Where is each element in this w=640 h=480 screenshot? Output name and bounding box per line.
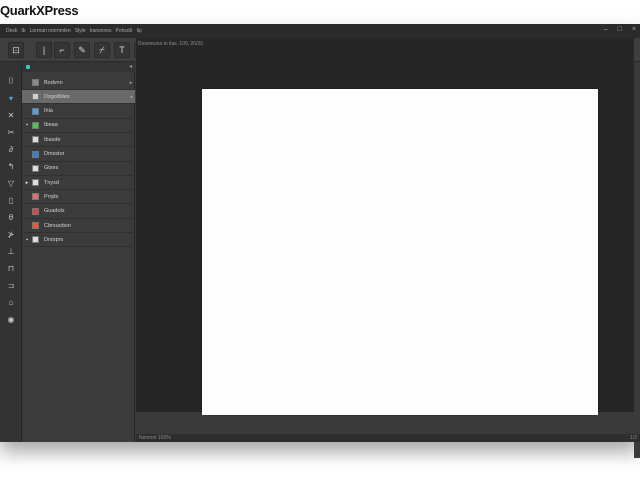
row-thumbnail-icon [32,121,39,129]
type-icon[interactable]: T [114,42,130,58]
document-icon[interactable]: ⊡ [8,42,24,58]
menu-item-4[interactable]: Iransnnes [90,28,112,34]
right-scroll-edge[interactable] [634,86,640,458]
row-label: Dmsstor [44,151,65,157]
layer-row[interactable]: Gtxes [22,162,135,176]
layer-row[interactable]: Ibaxde [22,133,135,148]
row-bullet-icon: ▪ [26,236,28,243]
row-bullet-icon: ▪ [26,122,28,129]
lock-icon[interactable]: ⌂ [3,295,19,309]
oval-icon[interactable]: θ [3,210,19,224]
row-thumbnail-icon [32,236,39,244]
star-icon[interactable]: ⊁ [3,227,19,241]
row-thumbnail-icon [32,193,39,201]
pen-icon[interactable]: ✎ [74,42,90,58]
layer-row[interactable]: Bodvnn ▸ [22,76,135,90]
layers-panel: ◂ Bodvnn ▸ Dsgotblies ◂ Ihla ▪ Ibeaa Ibaxde Dmss… [22,62,135,442]
row-thumbnail-icon [32,136,39,144]
row-label: Bodvnn [44,79,63,86]
window-controls: – □ × [604,26,636,33]
row-thumbnail-icon [32,164,39,172]
row-thumbnail-icon [32,222,39,229]
menu-bar: Desk Ib Lorrnan norrnmlen Slyle Iransnnes Poh… [0,24,640,38]
menu-item-6[interactable]: Ilp [136,28,141,34]
row-thumbnail-icon [32,93,39,101]
select-icon[interactable]: ▾ [3,91,19,105]
menu-item-1[interactable]: Ib [21,28,25,34]
row-label: Ihla [44,108,53,115]
panel-collapse-icon[interactable]: ◂ [129,63,132,70]
rotate-icon[interactable]: ↰ [3,159,19,173]
menu-item-0[interactable]: Desk [6,28,17,34]
row-thumbnail-icon [32,150,39,158]
row-label: Dsgotblies [44,93,70,100]
document-page[interactable] [202,89,598,415]
row-label: Ibeaa [44,122,58,129]
maximize-button[interactable]: □ [618,26,622,33]
row-thumbnail-icon [32,179,39,187]
layer-row[interactable]: Ihla [22,105,135,119]
row-thumbnail-icon [32,107,39,115]
link-icon[interactable]: ∂ [3,142,19,156]
row-bullet-icon: ▸ [25,179,29,186]
brush-icon[interactable]: ⌿ [94,42,110,58]
row-arrow-icon[interactable]: ▸ [127,80,135,86]
canvas-info: Dosmeuna to ilas. 100, 20/20 [138,41,204,47]
eye-icon[interactable]: ◉ [3,312,19,326]
row-label: Gtxes [44,165,59,172]
row-label: Tnysd [44,179,59,186]
menu-item-2[interactable]: Lorrnan norrnmlen [30,28,71,34]
layer-row[interactable]: Cbrsuobon [22,219,135,233]
row-label: Prrjds [44,193,59,200]
minimize-button[interactable]: – [604,26,608,33]
panel-header: ◂ [22,62,135,72]
row-label: Cbrsuobon [44,222,71,229]
triangle-icon[interactable]: ▽ [3,176,19,190]
x-icon[interactable]: ✕ [3,108,19,122]
layer-row[interactable]: Guadols [22,205,135,219]
crop-icon[interactable]: ⌐ [54,42,70,58]
tools-palette: ⌷ ▾ ✕ ✂ ∂ ↰ ▽ ▯ θ ⊁ ⊥ ⊓ ⊐ ⌂ ◉ [0,62,22,442]
zoom-indicator[interactable]: Nenmnt 100% [139,435,171,441]
menu-item-5[interactable]: Pohsdlr [116,28,133,34]
column-icon[interactable]: ⊥ [3,244,19,258]
row-thumbnail-icon [32,207,39,215]
layer-row[interactable]: ▸ Tnysd [22,176,135,191]
row-label: Drsoprs [44,236,64,243]
page-indicator[interactable]: 1/2 [630,435,637,441]
panel-indicator-icon [26,65,30,69]
layer-row[interactable]: Prrjds [22,190,135,205]
row-label: Guadols [44,208,65,215]
close-button[interactable]: × [632,26,636,33]
layer-row[interactable]: ▪ Ibeaa [22,119,135,133]
row-arrow-icon[interactable]: ◂ [127,94,135,100]
frame-icon[interactable]: ⊐ [3,278,19,292]
layer-row[interactable]: Dsgotblies ◂ [22,90,135,105]
row-label: Ibaxde [44,136,61,143]
layer-row[interactable]: Dmsstor [22,148,135,162]
flag-icon[interactable]: ⊓ [3,261,19,275]
status-bar: Nenmnt 100% 1/2 [136,434,640,442]
app-title: QuarkXPress [0,3,79,18]
line-icon[interactable]: | [36,42,52,58]
layer-row[interactable]: ▪ Drsoprs [22,233,135,248]
item-tool-icon[interactable]: ⌷ [3,74,19,88]
menu-item-3[interactable]: Slyle [75,28,86,34]
box-icon[interactable]: ▯ [3,193,19,207]
scissors-icon[interactable]: ✂ [3,125,19,139]
row-thumbnail-icon [32,79,39,86]
